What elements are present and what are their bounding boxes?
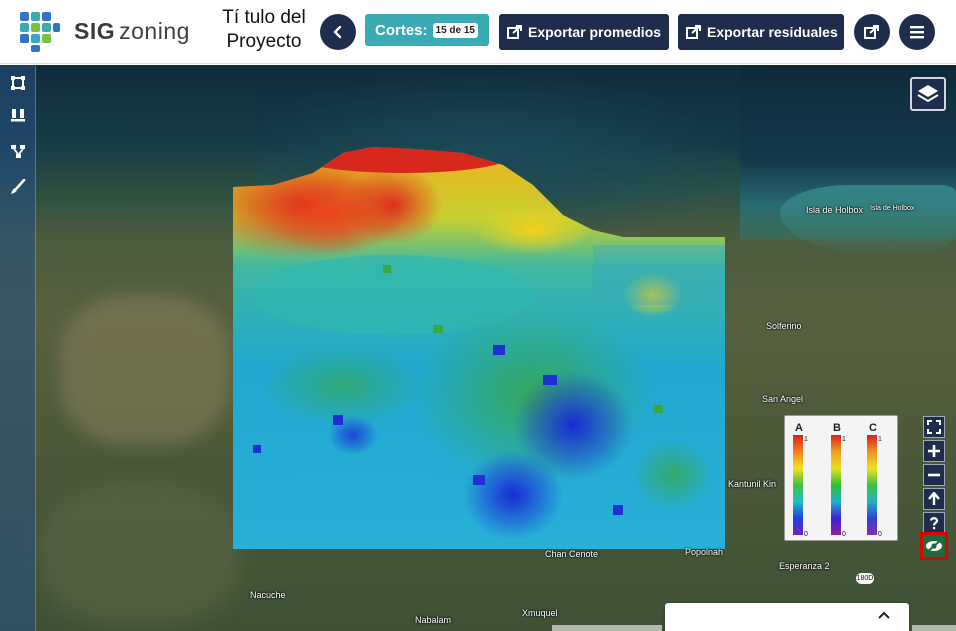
interpolation-heatmap	[233, 147, 725, 549]
legend-column-a: A 1 0	[789, 422, 809, 538]
zoom-in-button[interactable]	[923, 440, 945, 462]
export-residuals-label: Exportar residuales	[707, 24, 838, 40]
app-header: SIG zoning Tí tulo del Proyecto Cortes: 1…	[0, 0, 956, 64]
eye-slash-icon	[926, 539, 942, 553]
export-averages-label: Exportar promedios	[528, 24, 662, 40]
land-area	[60, 295, 230, 445]
map-label: Popolnah	[685, 547, 724, 557]
external-link-icon	[686, 25, 701, 39]
share-icon	[864, 25, 879, 39]
map-label: Xmuquel	[522, 608, 558, 618]
map-label: Nacuche	[250, 590, 286, 600]
external-link-icon	[507, 25, 522, 39]
zoom-in-icon	[928, 445, 940, 457]
help-icon	[929, 517, 939, 530]
cortes-badge: 15 de 15	[432, 22, 478, 38]
hamburger-menu-icon	[910, 26, 924, 39]
export-averages-button[interactable]: Exportar promedios	[499, 14, 669, 50]
legend-letter: A	[795, 422, 803, 434]
left-toolbar	[0, 65, 36, 631]
map-attribution	[552, 625, 662, 631]
select-area-icon	[11, 76, 25, 90]
chevron-up-icon	[878, 611, 890, 619]
compare-tool[interactable]	[8, 105, 28, 125]
legend-column-c: C 1 0	[863, 422, 883, 538]
legend-min: 0	[804, 531, 808, 538]
project-title[interactable]: Tí tulo del Proyecto	[210, 6, 318, 54]
legend-min: 0	[878, 531, 882, 538]
legend-colorbar	[831, 435, 841, 535]
chevron-left-icon	[333, 25, 342, 39]
map-view[interactable]: Isla de Holbox Isla de Holbox Solferino …	[0, 65, 956, 631]
land-area	[40, 485, 240, 625]
menu-button[interactable]	[899, 14, 935, 50]
map-label: Isla de Holbox	[870, 205, 915, 212]
zoom-out-icon	[928, 473, 940, 477]
map-label: Solferino	[766, 321, 802, 331]
north-arrow-icon	[928, 492, 940, 505]
map-attribution	[912, 625, 956, 631]
export-residuals-button[interactable]: Exportar residuales	[678, 14, 844, 50]
highway-shield: 180D	[856, 573, 874, 584]
network-icon	[11, 145, 25, 158]
reset-north-button[interactable]	[923, 488, 945, 510]
legend-max: 1	[878, 436, 882, 443]
bottom-panel-toggle[interactable]	[665, 603, 909, 631]
legend-column-b: B 1 0	[827, 422, 847, 538]
layers-icon	[917, 85, 939, 103]
map-label: San Angel	[762, 394, 804, 404]
legend-max: 1	[804, 436, 808, 443]
map-label: Kantunil Kin	[728, 479, 777, 489]
fullscreen-button[interactable]	[923, 416, 945, 438]
help-button[interactable]	[923, 512, 945, 534]
cortes-label: Cortes:	[375, 21, 428, 39]
map-label: Nabalam	[415, 615, 452, 625]
legend-colorbar	[867, 435, 877, 535]
layers-button[interactable]	[910, 77, 946, 111]
brush-icon	[11, 179, 26, 194]
legend-max: 1	[842, 436, 846, 443]
toggle-visibility-button[interactable]	[920, 532, 948, 560]
map-label: Chan Cenote	[545, 549, 599, 559]
legend-colorbar	[793, 435, 803, 535]
legend-letter: B	[833, 422, 841, 434]
select-area-tool[interactable]	[8, 73, 28, 93]
zoom-out-button[interactable]	[923, 464, 945, 486]
legend-letter: C	[869, 422, 877, 434]
compare-icon	[11, 109, 25, 122]
legend-min: 0	[842, 531, 846, 538]
lagoon-area	[780, 185, 956, 255]
brand-name: SIG zoning	[74, 18, 190, 44]
back-button[interactable]	[320, 14, 356, 50]
sea-area	[36, 65, 256, 205]
fullscreen-icon	[927, 420, 941, 434]
sigzoning-logo-icon	[20, 12, 60, 52]
map-label: Isla de Holbox	[806, 205, 864, 215]
cortes-button[interactable]: Cortes: 15 de 15	[365, 14, 489, 46]
network-tool[interactable]	[8, 141, 28, 161]
brush-tool[interactable]	[8, 177, 28, 197]
map-label: Esperanza 2	[779, 561, 830, 571]
share-button[interactable]	[854, 14, 890, 50]
color-legend: A 1 0 B 1 0 C 1 0	[784, 415, 898, 541]
